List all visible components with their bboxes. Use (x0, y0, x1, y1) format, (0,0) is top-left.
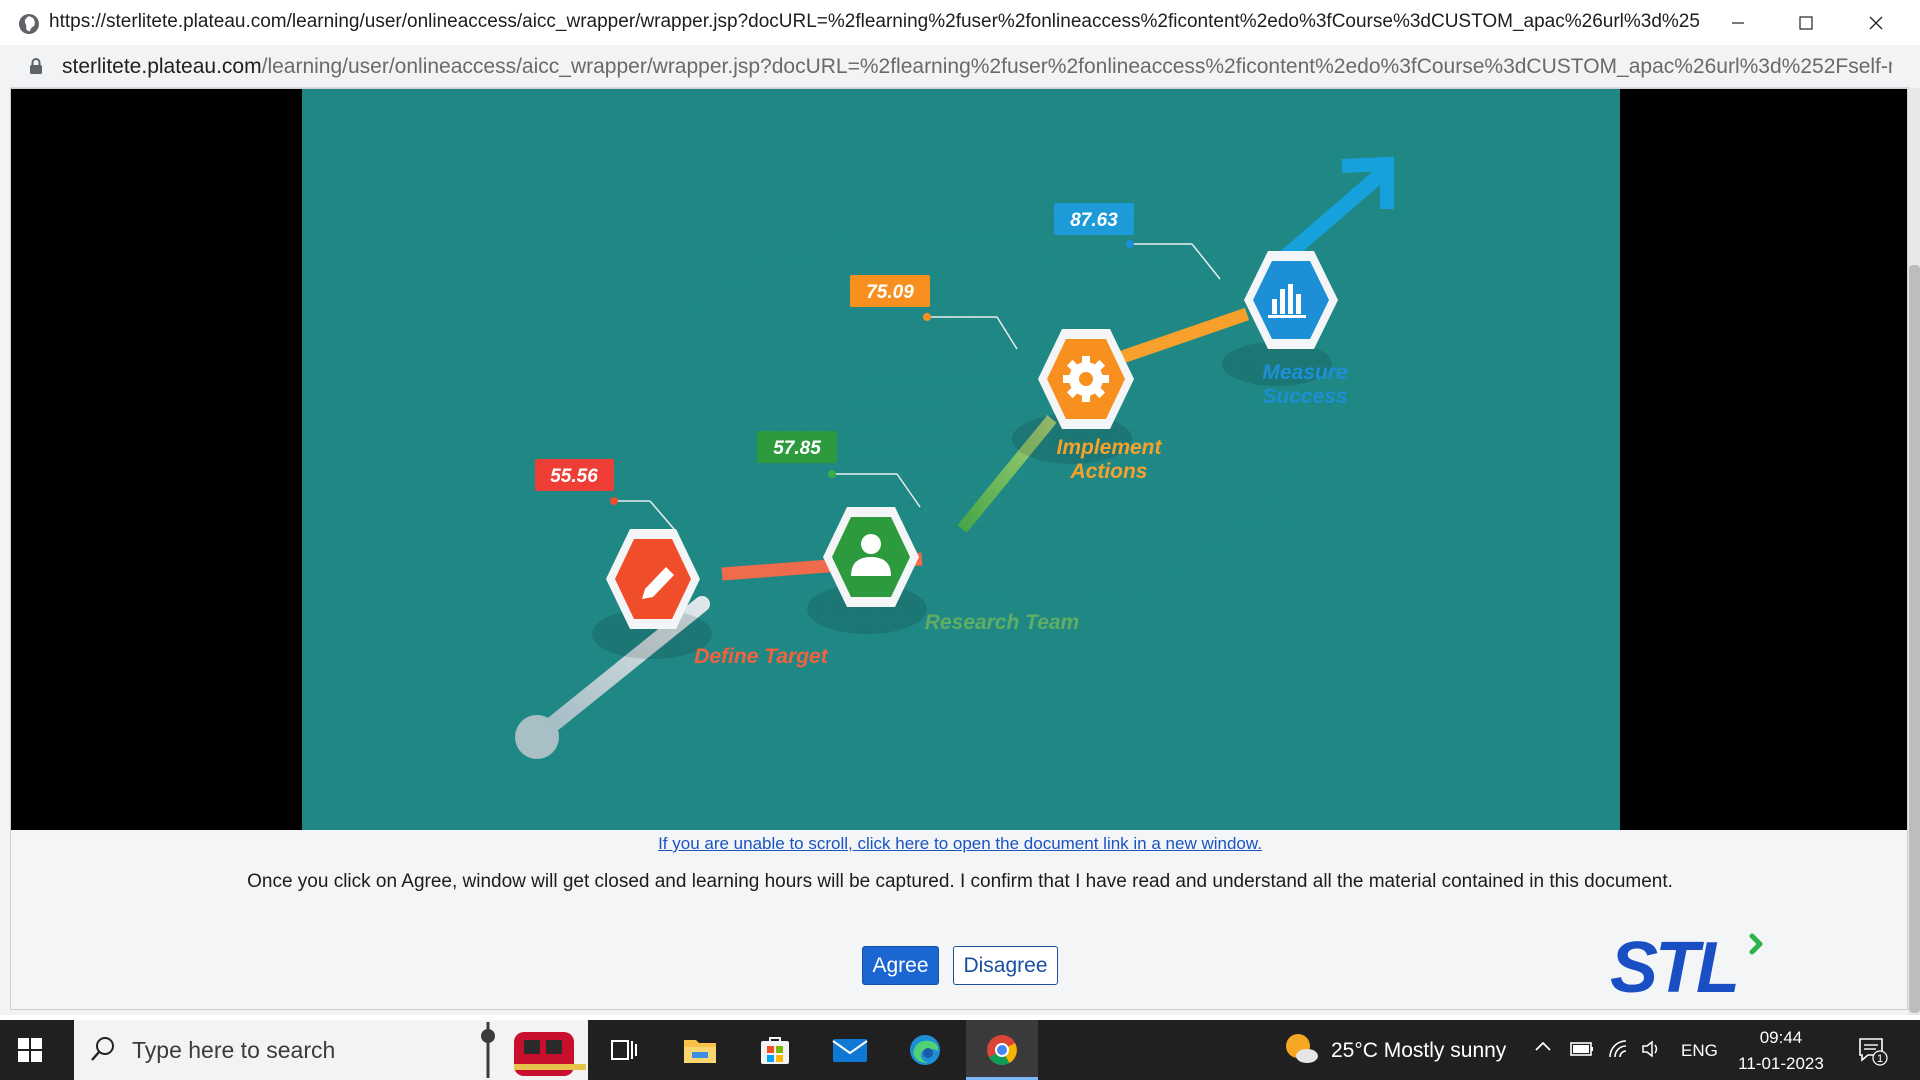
edge-button[interactable] (903, 1030, 947, 1070)
step-label: Define Target (694, 645, 828, 668)
notification-count: 1 (1877, 1053, 1883, 1065)
close-button[interactable] (1846, 4, 1906, 42)
value-tag-2: 57.85 (757, 431, 837, 463)
step-label: Implement (1056, 436, 1162, 459)
task-view-button[interactable] (602, 1030, 646, 1070)
gear-icon (1063, 356, 1109, 402)
maximize-icon (1799, 16, 1813, 30)
wifi-icon[interactable] (1608, 1039, 1630, 1059)
file-explorer-button[interactable] (678, 1030, 722, 1070)
close-icon (1869, 16, 1883, 30)
minimize-icon (1732, 22, 1744, 24)
value-tag-text: 57.85 (773, 438, 821, 459)
step-label-line2: Actions (1069, 460, 1147, 483)
search-highlight-train-icon (481, 1022, 586, 1078)
window-title: https://sterlitete.plateau.com/learning/… (49, 11, 1699, 32)
chrome-button[interactable] (980, 1030, 1024, 1070)
address-url[interactable]: sterlitete.plateau.com/learning/user/onl… (62, 55, 1892, 79)
value-tag-3: 75.09 (850, 275, 930, 307)
value-tag-text: 75.09 (866, 282, 914, 303)
agree-button[interactable]: Agree (862, 946, 939, 985)
address-host: sterlitete.plateau.com (62, 55, 262, 78)
site-info-icon[interactable] (18, 13, 40, 35)
address-path: /learning/user/onlineaccess/aicc_wrapper… (261, 55, 1892, 78)
clock-date[interactable]: 11-01-2023 (1736, 1054, 1826, 1074)
step-label-line2: Success (1262, 385, 1347, 408)
confirmation-text: Once you click on Agree, window will get… (247, 871, 1673, 892)
weather-sunny-icon[interactable] (1283, 1031, 1319, 1067)
open-in-new-window-link[interactable]: If you are unable to scroll, click here … (0, 834, 1920, 854)
search-icon (91, 1037, 114, 1061)
input-language[interactable]: ENG (1681, 1041, 1718, 1061)
mail-icon (832, 1039, 868, 1062)
scrollbar-thumb[interactable] (1909, 265, 1920, 1013)
battery-icon[interactable] (1570, 1039, 1594, 1059)
minimize-button[interactable] (1708, 4, 1768, 42)
store-icon (761, 1037, 789, 1064)
folder-icon (684, 1040, 716, 1063)
stl-logo: STL (1610, 930, 1763, 1002)
maximize-button[interactable] (1776, 4, 1836, 42)
path-start-dot (515, 715, 559, 759)
edge-icon (910, 1035, 940, 1065)
volume-icon[interactable] (1641, 1039, 1663, 1059)
taskbar: Type here to search 25°C Mostly sunny EN… (0, 1020, 1920, 1080)
course-slide: 55.56 57.85 75.09 87.63 Define Target Re… (302, 89, 1620, 830)
weather-text[interactable]: 25°C Mostly sunny (1331, 1039, 1506, 1063)
microsoft-store-button[interactable] (753, 1030, 797, 1070)
value-tag-1: 55.56 (535, 459, 614, 491)
taskbar-search-box[interactable]: Type here to search (74, 1020, 588, 1080)
search-placeholder: Type here to search (132, 1037, 336, 1063)
title-bar: https://sterlitete.plateau.com/learning/… (0, 0, 1920, 45)
step-label: Research Team (925, 611, 1079, 634)
step-label: Measure (1262, 361, 1348, 384)
disagree-button[interactable]: Disagree (953, 946, 1058, 985)
value-tag-4: 87.63 (1054, 203, 1134, 235)
windows-start-icon[interactable] (18, 1038, 42, 1062)
address-bar[interactable]: sterlitete.plateau.com/learning/user/onl… (10, 46, 1910, 88)
svg-text:STL: STL (1610, 930, 1737, 1002)
mail-button[interactable] (828, 1030, 872, 1070)
task-view-icon (611, 1040, 637, 1060)
chrome-icon (987, 1035, 1017, 1066)
clock-time[interactable]: 09:44 (1736, 1028, 1826, 1048)
process-infographic: 55.56 57.85 75.09 87.63 Define Target Re… (515, 156, 1402, 759)
value-tag-text: 87.63 (1070, 210, 1118, 231)
lock-icon[interactable] (29, 57, 43, 75)
value-tag-text: 55.56 (550, 466, 598, 487)
notification-center-icon[interactable]: 1 (1858, 1036, 1888, 1066)
show-hidden-icons-chevron-icon[interactable] (1534, 1039, 1552, 1053)
